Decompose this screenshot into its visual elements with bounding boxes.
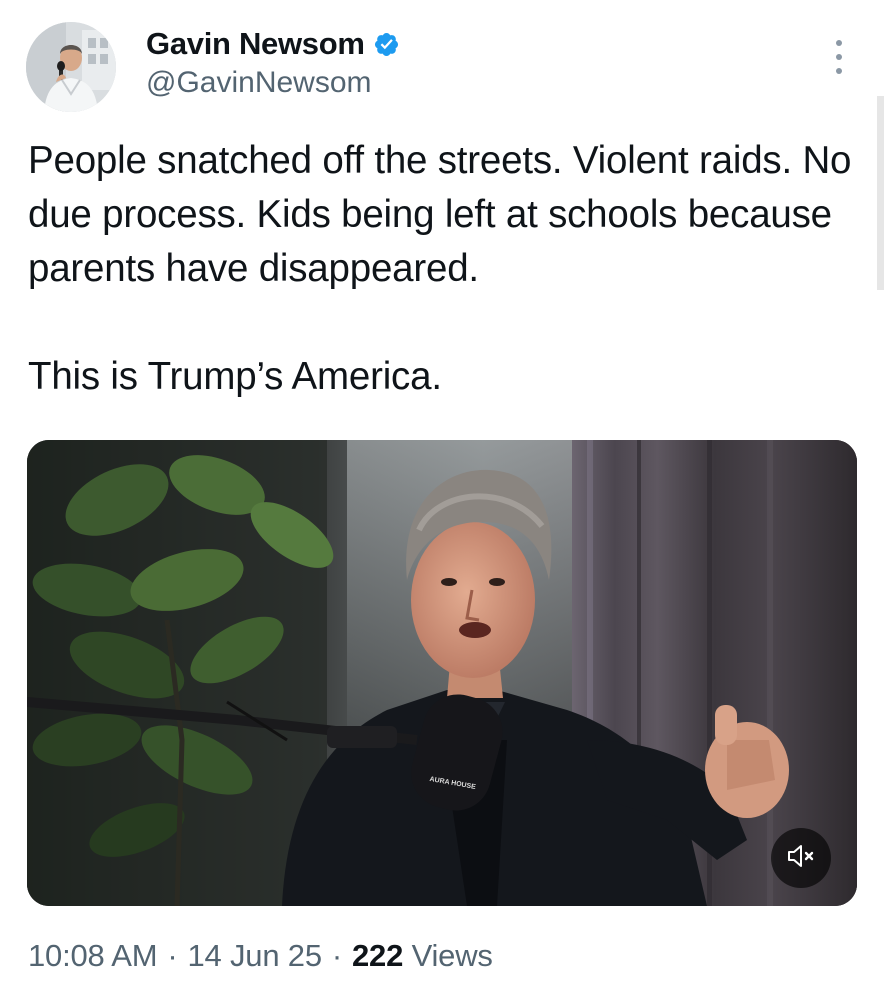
views-label: Views — [411, 938, 493, 973]
more-dot-icon — [836, 68, 842, 74]
volume-muted-icon — [786, 843, 816, 874]
views-count: 222 — [352, 938, 404, 973]
more-dot-icon — [836, 54, 842, 60]
verified-badge-icon — [373, 31, 400, 58]
tweet-video[interactable]: AURA HOUSE — [27, 440, 857, 906]
author-name-row: Gavin Newsom — [146, 26, 400, 62]
separator: · — [167, 938, 178, 973]
mute-toggle-button[interactable] — [771, 828, 831, 888]
scrollbar[interactable] — [877, 96, 884, 290]
separator: · — [331, 938, 343, 973]
tweet-date[interactable]: 14 Jun 25 — [188, 938, 323, 973]
more-dot-icon — [836, 40, 842, 46]
author-handle[interactable]: @GavinNewsom — [146, 66, 372, 100]
tweet-paragraph: This is Trump’s America. — [28, 355, 442, 398]
author-display-name[interactable]: Gavin Newsom — [146, 26, 365, 62]
tweet-card: Gavin Newsom @GavinNewsom People snatche… — [0, 0, 884, 1000]
tweet-meta: 10:08 AM · 14 Jun 25 · 222 Views — [28, 938, 493, 974]
avatar[interactable] — [26, 22, 116, 112]
tweet-time[interactable]: 10:08 AM — [28, 938, 158, 973]
tweet-text: People snatched off the streets. Violent… — [28, 134, 868, 404]
more-options-button[interactable] — [824, 40, 854, 74]
tweet-paragraph: People snatched off the streets. Violent… — [28, 139, 852, 290]
